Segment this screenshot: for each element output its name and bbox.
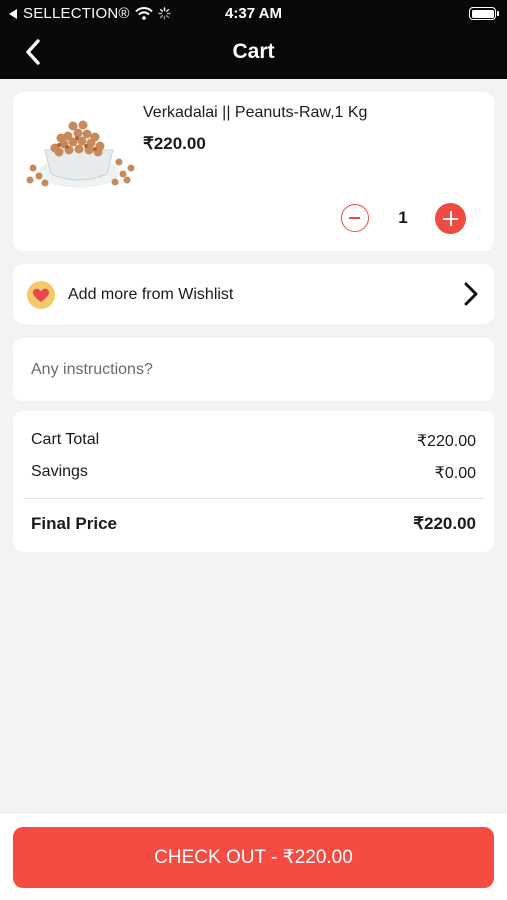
page-title: Cart	[232, 40, 275, 63]
nav-bar: Cart	[0, 28, 507, 79]
heart-icon	[27, 281, 55, 309]
instructions-card	[13, 338, 494, 401]
status-bar: SELLECTION® 4:37 AM	[0, 0, 507, 28]
bottom-bar: CHECK OUT - ₹220.00	[0, 814, 507, 900]
product-image[interactable]	[23, 116, 135, 194]
cart-item-card: Verkadalai || Peanuts-Raw,1 Kg ₹220.00 1	[13, 92, 494, 251]
status-time: 4:37 AM	[225, 5, 282, 22]
top-bar: SELLECTION® 4:37 AM Cart	[0, 0, 507, 79]
product-price: ₹220.00	[143, 134, 206, 153]
final-price-row: Final Price ₹220.00	[31, 514, 476, 534]
savings-value: ₹0.00	[434, 465, 476, 482]
instructions-input[interactable]	[31, 352, 471, 388]
battery-icon	[469, 7, 499, 20]
chevron-right-icon	[464, 282, 478, 306]
plus-circle-icon[interactable]	[435, 203, 466, 234]
wishlist-label: Add more from Wishlist	[68, 286, 234, 303]
minus-circle-icon[interactable]	[341, 204, 369, 232]
cart-total-value: ₹220.00	[416, 433, 476, 450]
savings-label: Savings	[31, 463, 88, 480]
price-summary-card: Cart Total ₹220.00 Savings ₹0.00 Final P…	[13, 411, 494, 552]
quantity-stepper: 1	[341, 203, 469, 234]
checkout-button[interactable]: CHECK OUT - ₹220.00	[13, 827, 494, 888]
cart-total-label: Cart Total	[31, 431, 100, 448]
product-name[interactable]: Verkadalai || Peanuts-Raw,1 Kg	[143, 104, 367, 122]
summary-divider	[23, 498, 484, 499]
cart-total-row: Cart Total ₹220.00	[31, 431, 476, 450]
savings-row: Savings ₹0.00	[31, 463, 476, 482]
checkout-label: CHECK OUT - ₹220.00	[154, 847, 353, 868]
quantity-value: 1	[398, 208, 408, 227]
final-price-label: Final Price	[31, 514, 117, 533]
wishlist-row[interactable]: Add more from Wishlist	[13, 264, 494, 324]
final-price-value: ₹220.00	[413, 514, 476, 533]
